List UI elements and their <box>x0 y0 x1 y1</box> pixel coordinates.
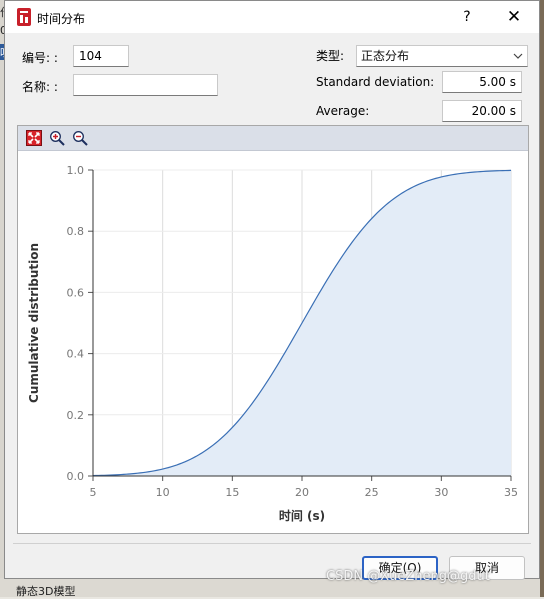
window-title: 时间分布 <box>37 12 86 26</box>
x-tick-label: 30 <box>434 486 448 499</box>
x-tick-label: 10 <box>156 486 170 499</box>
std-label: Standard deviation: <box>316 75 435 89</box>
y-tick-label: 0.8 <box>67 225 85 238</box>
average-label: Average: <box>316 104 370 118</box>
x-axis-label: 时间 (s) <box>279 508 325 523</box>
x-tick-label: 5 <box>90 486 97 499</box>
y-tick-label: 0.4 <box>67 348 85 361</box>
x-tick-label: 25 <box>365 486 379 499</box>
y-tick-label: 1.0 <box>67 164 85 177</box>
name-field[interactable] <box>73 74 218 96</box>
y-tick-label: 0.2 <box>67 409 85 422</box>
type-select[interactable]: 正态分布 <box>356 45 528 67</box>
y-axis-label: Cumulative distribution <box>27 243 41 403</box>
id-field[interactable]: 104 <box>73 45 129 67</box>
average-field[interactable]: 20.00 s <box>442 100 522 122</box>
cdf-chart: 5 10 15 20 25 30 35 0.0 0.2 0.4 0.6 0.8 1.0 Cumulati… <box>27 164 518 523</box>
x-tick-label: 15 <box>225 486 239 499</box>
chart-panel: 5 10 15 20 25 30 35 0.0 0.2 0.4 0.6 0.8 1.0 Cumulati… <box>17 125 529 534</box>
id-label: 编号: : <box>22 51 58 65</box>
y-tick-label: 0.0 <box>67 470 85 483</box>
time-distribution-dialog: 时间分布 ? ✕ 编号: : 104 名称: : 类型: 正态分布 Standa… <box>4 0 540 580</box>
app-icon <box>17 8 31 26</box>
std-field[interactable]: 5.00 s <box>442 71 522 93</box>
help-button[interactable]: ? <box>455 5 479 29</box>
y-tick-label: 0.6 <box>67 286 85 299</box>
chevron-down-icon <box>513 53 523 59</box>
type-select-value: 正态分布 <box>361 49 410 63</box>
close-button[interactable]: ✕ <box>499 5 529 29</box>
type-label: 类型: <box>316 49 345 63</box>
x-tick-label: 35 <box>504 486 518 499</box>
x-tick-label: 20 <box>295 486 309 499</box>
watermark-text: CSDN @XueZheng@gdut <box>326 569 490 584</box>
title-bar: 时间分布 ? ✕ <box>5 1 539 33</box>
background-image-edge <box>540 0 544 597</box>
name-label: 名称: : <box>22 80 58 94</box>
footer-divider <box>13 543 531 544</box>
